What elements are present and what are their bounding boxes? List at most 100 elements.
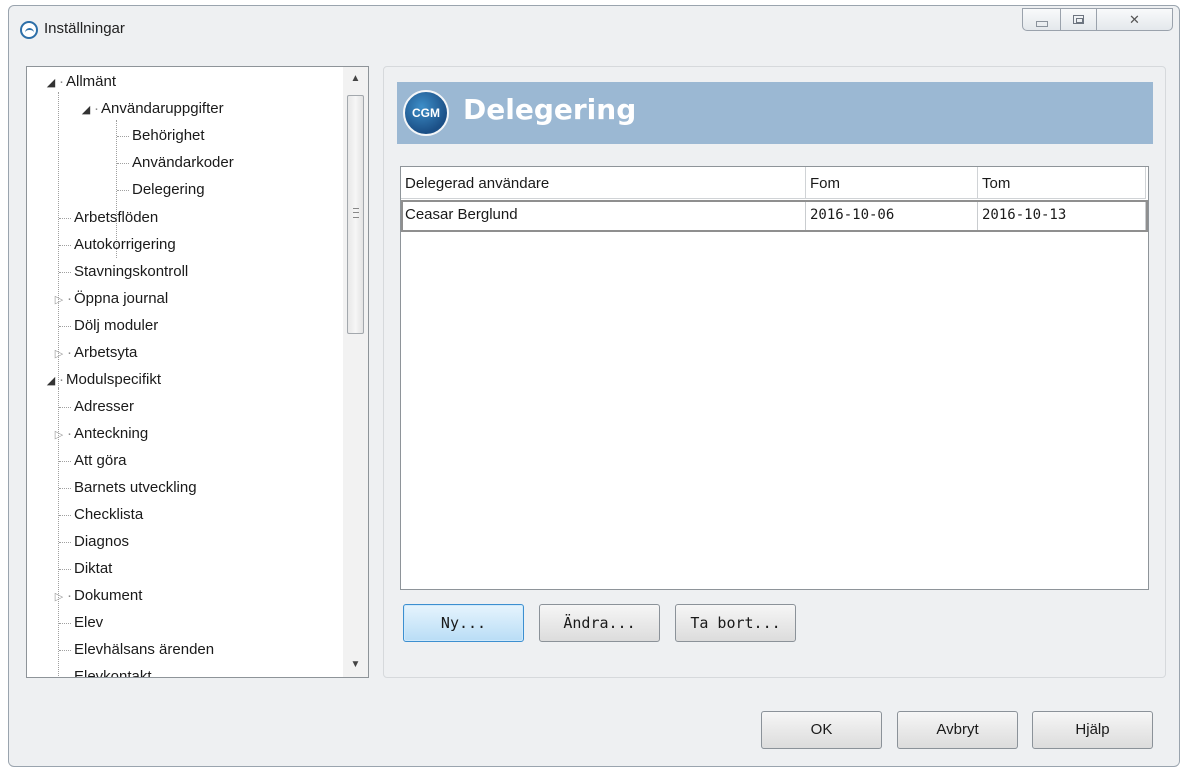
tree-node-att-gora[interactable]: Att göra (74, 448, 127, 474)
tree-node-delegering[interactable]: Delegering (132, 177, 205, 203)
tree-node-elevhalsans-arenden[interactable]: Elevhälsans ärenden (74, 637, 214, 663)
tree-node-label: Anteckning (74, 425, 149, 442)
collapsed-arrow-icon[interactable]: ▷ (51, 422, 67, 448)
close-icon: ✕ (1129, 11, 1140, 27)
tree-connector (59, 461, 71, 462)
scroll-down-arrow-icon[interactable]: ▼ (343, 655, 368, 675)
cancel-button[interactable]: Avbryt (897, 711, 1018, 749)
tree-node-allmant[interactable]: ◢ · Allmänt (43, 69, 116, 95)
tree-connector (59, 650, 71, 651)
scrollbar-thumb[interactable] (347, 95, 364, 334)
cell-to-date: 2016-10-13 (978, 200, 1146, 232)
collapsed-arrow-icon[interactable]: ▷ (51, 287, 67, 313)
help-button[interactable]: Hjälp (1032, 711, 1153, 749)
tree-node-label: Elevkontakt (74, 668, 152, 677)
column-header-fom[interactable]: Fom (806, 167, 978, 199)
section-header: CGM Delegering (397, 82, 1153, 144)
delegation-table[interactable]: Delegerad användare Fom Tom Ceasar Bergl… (400, 166, 1149, 590)
cgm-logo: CGM (403, 90, 449, 136)
tree-node-adresser[interactable]: Adresser (74, 394, 134, 420)
tree-node-arbetsyta[interactable]: ▷ · Arbetsyta (51, 340, 138, 367)
table-header: Delegerad användare Fom Tom (401, 167, 1148, 199)
tree-node-label: Att göra (74, 452, 127, 469)
tree-connector (59, 569, 71, 570)
column-header-delegerad[interactable]: Delegerad användare (401, 167, 806, 199)
tree-node-label: Användarkoder (132, 154, 234, 171)
tree-node-anvandarkoder[interactable]: Användarkoder (132, 150, 234, 176)
tree-node-dokument[interactable]: ▷ · Dokument (51, 583, 143, 610)
delete-button[interactable]: Ta bort... (675, 604, 796, 642)
tree-node-stavningskontroll[interactable]: Stavningskontroll (74, 259, 188, 285)
tree-connector (59, 623, 71, 624)
tree-node-label: Adresser (74, 398, 135, 415)
tree-node-label: Stavningskontroll (74, 263, 189, 280)
restore-button[interactable] (1060, 8, 1096, 31)
collapsed-arrow-icon[interactable]: ▷ (51, 341, 67, 367)
tree-node-label: Arbetsflöden (74, 209, 159, 226)
tree-node-label: Elev (74, 614, 104, 631)
tree-connector (117, 190, 129, 191)
app-logo-icon (20, 21, 38, 39)
tree-node-label: Elevhälsans ärenden (74, 641, 215, 658)
tree-node-label: Diagnos (74, 533, 130, 550)
scroll-up-arrow-icon[interactable]: ▲ (343, 69, 368, 89)
tree-node-label: Arbetsyta (74, 344, 138, 361)
expand-arrow-icon[interactable]: ◢ (43, 70, 59, 96)
table-row[interactable]: Ceasar Berglund 2016-10-06 2016-10-13 (401, 200, 1148, 232)
tree-node-label: Checklista (74, 506, 144, 523)
tree-connector (59, 326, 71, 327)
tree-connector (59, 488, 71, 489)
tree-node-label: Autokorrigering (74, 236, 176, 253)
tree-node-label: Barnets utveckling (74, 479, 197, 496)
edit-button[interactable]: Ändra... (539, 604, 660, 642)
new-button[interactable]: Ny... (403, 604, 524, 642)
tree-node-label: Allmänt (66, 73, 117, 90)
tree-node-arbetsfloden[interactable]: Arbetsflöden (74, 205, 158, 231)
tree-node-label: Öppna journal (74, 290, 169, 307)
tree-node-diagnos[interactable]: Diagnos (74, 529, 129, 555)
tree-node-dolj-moduler[interactable]: Dölj moduler (74, 313, 158, 339)
tree-node-anteckning[interactable]: ▷ · Anteckning (51, 421, 148, 447)
tree-scrollbar[interactable]: ▲ ▼ (343, 67, 368, 677)
tree-node-elev[interactable]: Elev (74, 610, 103, 636)
tree-node-behorighet[interactable]: Behörighet (132, 123, 205, 149)
window-controls: ✕ (1022, 8, 1173, 31)
tree-connector (117, 163, 129, 164)
tree-connector (117, 136, 129, 137)
tree-connector (59, 407, 71, 408)
close-button[interactable]: ✕ (1096, 8, 1173, 31)
tree-node-label: Dölj moduler (74, 317, 159, 334)
cell-user: Ceasar Berglund (401, 200, 806, 232)
collapsed-arrow-icon[interactable]: ▷ (51, 584, 67, 610)
tree-node-barnets-utveckling[interactable]: Barnets utveckling (74, 475, 197, 501)
tree-node-label: Modulspecifikt (66, 371, 162, 388)
tree-node-label: Delegering (132, 181, 205, 198)
cell-from-date: 2016-10-06 (806, 200, 978, 232)
minimize-icon (1035, 20, 1048, 27)
window-title: Inställningar (44, 20, 125, 37)
expand-arrow-icon[interactable]: ◢ (78, 97, 94, 123)
tree-node-anvandaruppgifter[interactable]: ◢ · Användaruppgifter (78, 96, 224, 122)
tree-node-elevkontakt[interactable]: Elevkontakt (74, 664, 152, 677)
tree-node-oppna-journal[interactable]: ▷ · Öppna journal (51, 286, 168, 312)
title-bar[interactable]: Inställningar ✕ (9, 6, 1179, 48)
tree-node-diktat[interactable]: Diktat (74, 556, 112, 582)
tree-connector (59, 272, 71, 273)
settings-tree[interactable]: ◢ · Allmänt ◢ · Användaruppgifter Behörighet… (26, 66, 369, 678)
grip-icon (353, 208, 359, 218)
column-header-tom[interactable]: Tom (978, 167, 1146, 199)
tree-connector (59, 218, 71, 219)
tree-node-label: Användaruppgifter (101, 100, 224, 117)
tree-node-label: Dokument (74, 587, 143, 604)
section-title: Delegering (463, 93, 637, 126)
tree-connector (59, 515, 71, 516)
minimize-button[interactable] (1022, 8, 1060, 31)
tree-node-label: Behörighet (132, 127, 205, 144)
expand-arrow-icon[interactable]: ◢ (43, 368, 59, 394)
tree-connector (59, 542, 71, 543)
tree-node-label: Diktat (74, 560, 113, 577)
tree-node-modulspecifikt[interactable]: ◢ · Modulspecifikt (43, 367, 161, 393)
tree-node-checklista[interactable]: Checklista (74, 502, 143, 528)
tree-node-autokorrigering[interactable]: Autokorrigering (74, 232, 176, 258)
ok-button[interactable]: OK (761, 711, 882, 749)
